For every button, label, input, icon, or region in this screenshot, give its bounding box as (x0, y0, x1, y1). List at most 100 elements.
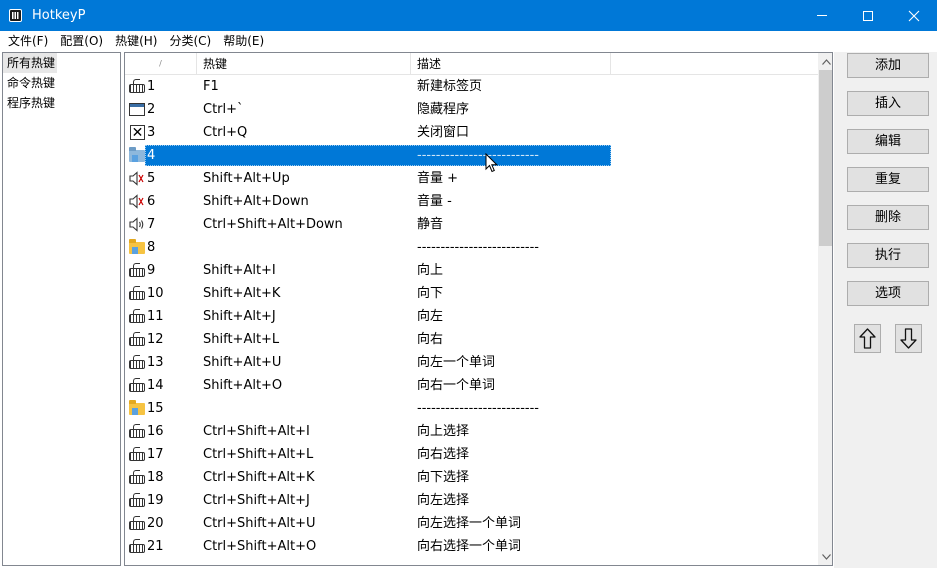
scrollbar-thumb[interactable] (819, 70, 832, 246)
row-description: 向左 (417, 309, 444, 324)
row-index: 17 (147, 447, 164, 462)
column-header-hotkey[interactable]: 热键 (197, 53, 411, 75)
table-row[interactable]: 11 Shift+Alt+J 向左 (125, 305, 818, 328)
row-index: 11 (147, 309, 164, 324)
table-row[interactable]: 19 Ctrl+Shift+Alt+J 向左选择 (125, 489, 818, 512)
execute-button[interactable]: 执行 (847, 243, 929, 268)
row-hotkey: Ctrl+Q (203, 125, 248, 140)
close-button[interactable] (891, 0, 937, 31)
keyboard-icon (129, 263, 146, 278)
table-row[interactable]: 10 Shift+Alt+K 向下 (125, 282, 818, 305)
table-row[interactable]: 16 Ctrl+Shift+Alt+I 向上选择 (125, 420, 818, 443)
row-description: -------------------------- (417, 148, 539, 163)
table-row[interactable]: 21 Ctrl+Shift+Alt+O 向右选择一个单词 (125, 535, 818, 558)
row-index: 20 (147, 516, 164, 531)
row-index: 21 (147, 539, 164, 554)
table-row[interactable]: 5 Shift+Alt+Up 音量 + (125, 167, 818, 190)
row-index: 18 (147, 470, 164, 485)
table-row[interactable]: 15 -------------------------- (125, 397, 818, 420)
arrow-up-icon (859, 328, 876, 349)
column-header-description[interactable]: 描述 (411, 53, 611, 75)
row-hotkey: Shift+Alt+L (203, 332, 280, 347)
row-index: 5 (147, 171, 156, 186)
volume-down-icon (129, 194, 146, 209)
scroll-down-arrow-icon[interactable] (818, 548, 832, 565)
category-program-hotkeys[interactable]: 程序热键 (3, 93, 120, 113)
add-button[interactable]: 添加 (847, 53, 929, 78)
table-row[interactable]: 18 Ctrl+Shift+Alt+K 向下选择 (125, 466, 818, 489)
row-description: 向左一个单词 (417, 355, 496, 370)
scroll-up-arrow-icon[interactable] (818, 53, 832, 70)
category-all-hotkeys[interactable]: 所有热键 (3, 53, 58, 73)
table-row[interactable]: 13 Shift+Alt+U 向左一个单词 (125, 351, 818, 374)
row-hotkey: Shift+Alt+K (203, 286, 281, 301)
keyboard-icon (129, 79, 146, 94)
table-row[interactable]: 8 -------------------------- (125, 236, 818, 259)
minimize-button[interactable] (799, 0, 845, 31)
menu-file[interactable]: 文件(F) (2, 31, 54, 51)
minimize-icon (817, 15, 827, 16)
keyboard-icon (129, 378, 146, 393)
row-index: 19 (147, 493, 164, 508)
row-index: 4 (147, 148, 156, 163)
row-index: 1 (147, 79, 156, 94)
menu-hotkey[interactable]: 热键(H) (109, 31, 163, 51)
table-row[interactable]: 12 Shift+Alt+L 向右 (125, 328, 818, 351)
table-row[interactable]: 20 Ctrl+Shift+Alt+U 向左选择一个单词 (125, 512, 818, 535)
row-description: 静音 (417, 217, 444, 232)
row-description: 向右选择一个单词 (417, 539, 522, 554)
keyboard-icon (129, 424, 146, 439)
row-index: 15 (147, 401, 164, 416)
maximize-icon (863, 10, 873, 21)
row-hotkey: Shift+Alt+Down (203, 194, 309, 209)
delete-button[interactable]: 删除 (847, 205, 929, 230)
table-row[interactable]: ✕ 3 Ctrl+Q 关闭窗口 (125, 121, 818, 144)
row-description: 关闭窗口 (417, 125, 470, 140)
folder-icon (129, 400, 146, 416)
row-hotkey: Ctrl+Shift+Alt+Down (203, 217, 343, 232)
close-window-icon: ✕ (130, 124, 145, 141)
row-hotkey: Ctrl+Shift+Alt+L (203, 447, 314, 462)
table-row[interactable]: 9 Shift+Alt+I 向上 (125, 259, 818, 282)
table-row[interactable]: 4 -------------------------- (125, 144, 818, 167)
row-index: 8 (147, 240, 156, 255)
menu-config[interactable]: 配置(O) (54, 31, 109, 51)
maximize-button[interactable] (845, 0, 891, 31)
move-up-button[interactable] (854, 324, 881, 353)
table-row[interactable]: 14 Shift+Alt+O 向右一个单词 (125, 374, 818, 397)
menu-category[interactable]: 分类(C) (163, 31, 217, 51)
row-index: 16 (147, 424, 164, 439)
row-description: 向下选择 (417, 470, 470, 485)
column-header-index[interactable]: / (125, 53, 197, 75)
table-row[interactable]: 17 Ctrl+Shift+Alt+L 向右选择 (125, 443, 818, 466)
selection-highlight (145, 145, 611, 166)
keyboard-icon (129, 470, 146, 485)
repeat-button[interactable]: 重复 (847, 167, 929, 192)
insert-button[interactable]: 插入 (847, 91, 929, 116)
folder-icon (129, 147, 146, 163)
keyboard-icon (129, 286, 146, 301)
mute-icon (129, 217, 146, 232)
vertical-scrollbar[interactable] (818, 53, 832, 565)
row-description: -------------------------- (417, 401, 539, 416)
category-list[interactable]: 所有热键 命令热键 程序热键 (2, 52, 121, 566)
folder-icon (129, 239, 146, 255)
row-description: 向下 (417, 286, 444, 301)
keyboard-icon (129, 447, 146, 462)
row-hotkey: Ctrl+Shift+Alt+O (203, 539, 317, 554)
table-row[interactable]: 6 Shift+Alt+Down 音量 - (125, 190, 818, 213)
table-row[interactable]: 2 Ctrl+` 隐藏程序 (125, 98, 818, 121)
options-button[interactable]: 选项 (847, 281, 929, 306)
move-down-button[interactable] (895, 324, 922, 353)
menu-help[interactable]: 帮助(E) (217, 31, 270, 51)
table-row[interactable]: 7 Ctrl+Shift+Alt+Down 静音 (125, 213, 818, 236)
hotkey-list[interactable]: / 热键 描述 1 F1 新建标签页 2 Ctrl+` 隐藏程序 ✕ 3 Ctrl+Q 关闭窗口 4… (124, 52, 833, 566)
row-hotkey: Shift+Alt+O (203, 378, 283, 393)
table-row[interactable]: 1 F1 新建标签页 (125, 75, 818, 98)
row-index: 14 (147, 378, 164, 393)
edit-button[interactable]: 编辑 (847, 129, 929, 154)
row-hotkey: Ctrl+Shift+Alt+U (203, 516, 316, 531)
category-command-hotkeys[interactable]: 命令热键 (3, 73, 120, 93)
title-bar: HotkeyP (0, 0, 937, 31)
row-hotkey: Shift+Alt+Up (203, 171, 290, 186)
